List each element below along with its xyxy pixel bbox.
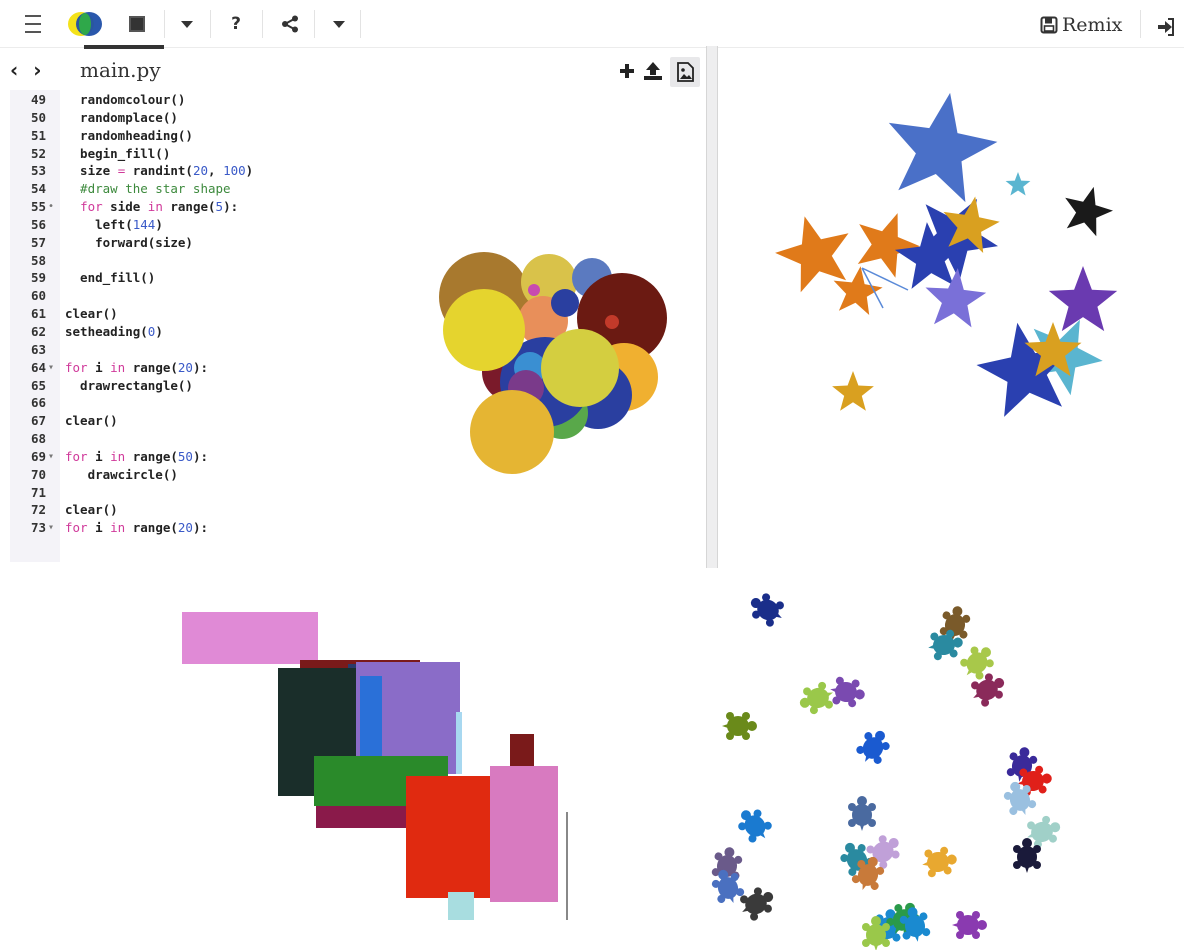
turtle-stamp: [960, 646, 994, 680]
turtle-stamp: [952, 911, 987, 939]
turtle-stamp: [799, 681, 834, 715]
star-shape: [857, 213, 920, 278]
rectangles-drawing: [182, 612, 568, 920]
turtle-stamp: [722, 712, 757, 740]
hamburger-menu-icon[interactable]: [20, 6, 46, 42]
toolbar-divider: [210, 10, 211, 38]
turtle-stamp: [971, 673, 1005, 707]
turtle-stamp: [738, 809, 772, 843]
star-shape: [1005, 172, 1031, 196]
run-menu-caret-icon[interactable]: [176, 6, 198, 42]
toolbar-divider: [314, 10, 315, 38]
more-menu-caret-icon[interactable]: [328, 6, 350, 42]
sign-in-icon[interactable]: [1156, 17, 1176, 37]
toolbar-divider: [262, 10, 263, 38]
star-shape: [832, 371, 874, 411]
remix-label: Remix: [1062, 14, 1123, 36]
toolbar-divider: [164, 10, 165, 38]
turtle-stamp: [856, 730, 890, 764]
pane-splitter[interactable]: [706, 46, 718, 568]
toolbar-divider: [360, 10, 361, 38]
remix-button[interactable]: Remix: [1040, 12, 1122, 38]
save-icon: [1040, 16, 1058, 34]
star-shape: [925, 268, 987, 328]
stop-square-icon[interactable]: [124, 6, 150, 42]
toolbar-divider: [1140, 10, 1141, 38]
star-shape: [775, 216, 849, 293]
star-shape: [1065, 186, 1113, 237]
stars-drawing: [775, 92, 1118, 417]
turtle-stamp: [830, 676, 865, 708]
circles-drawing: [439, 252, 667, 474]
turtles-drawing: [711, 593, 1061, 950]
turtle-stamp: [922, 846, 957, 878]
star-shape: [1048, 266, 1118, 332]
star-shape: [888, 92, 998, 203]
turtle-stamp: [848, 796, 876, 831]
share-icon[interactable]: [278, 6, 302, 42]
help-button[interactable]: ?: [224, 6, 248, 42]
top-toolbar: ? Remix: [0, 0, 1184, 49]
turtle-stamp: [750, 593, 784, 627]
trinket-logo-icon[interactable]: [64, 6, 106, 42]
